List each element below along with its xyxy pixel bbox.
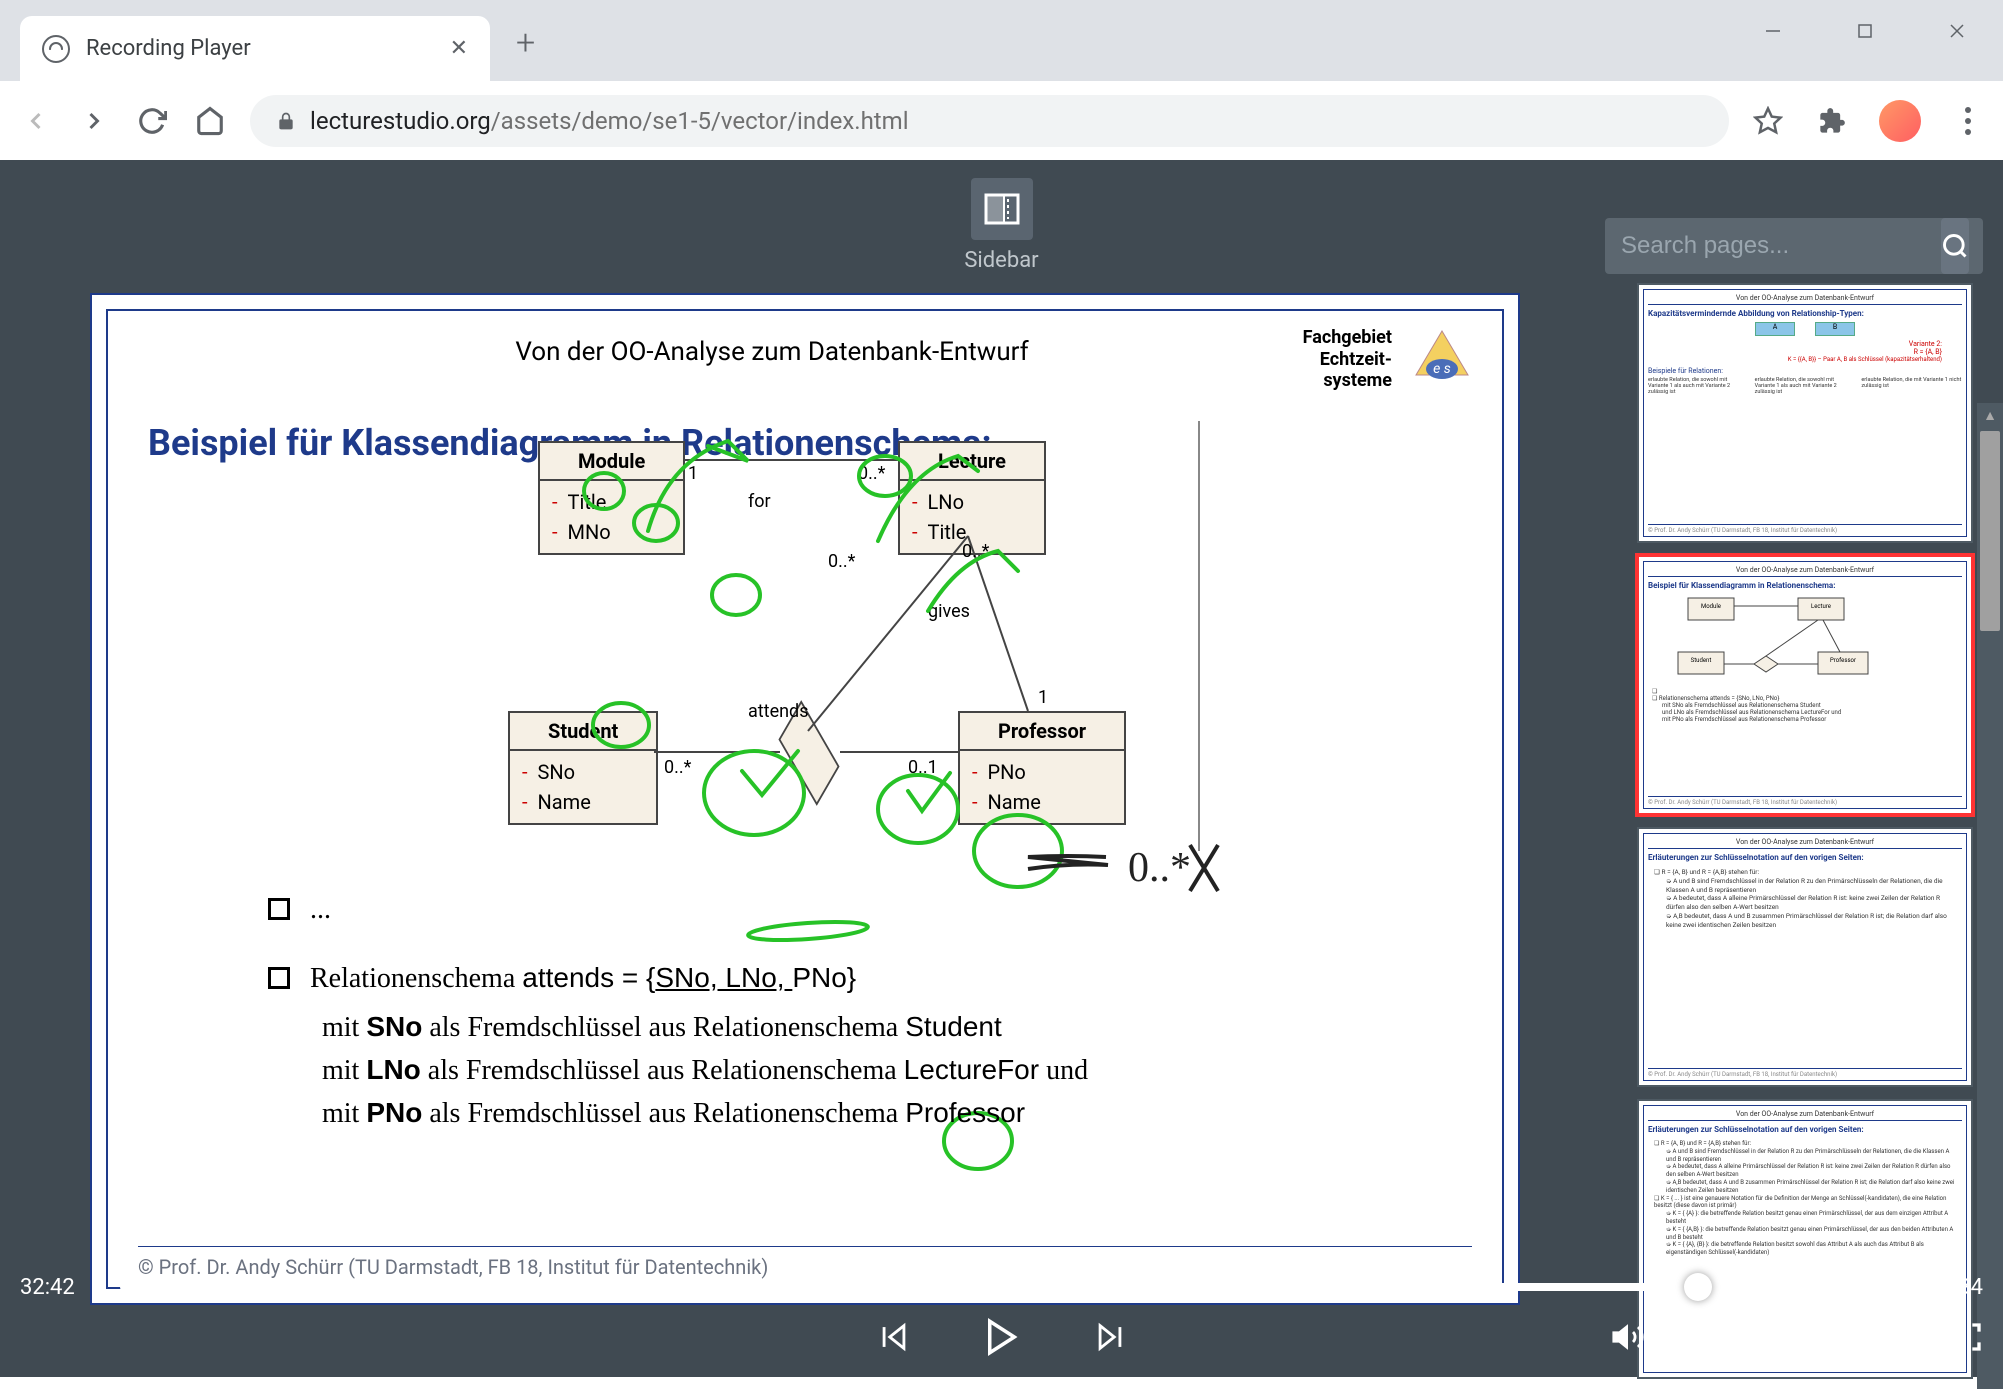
recording-player-app: Sidebar Von der OO-Analyse zum Datenbank… — [0, 160, 2003, 1377]
diagram-divider — [1198, 421, 1200, 851]
browser-tab[interactable]: Recording Player ✕ — [20, 16, 490, 81]
forward-button[interactable] — [76, 103, 112, 139]
player-bar: 32:42 36:34 — [0, 1267, 2003, 1377]
uml-association — [684, 459, 898, 461]
sidebar-layout-icon — [982, 189, 1022, 229]
toolbar-icons — [1751, 100, 1985, 142]
search-input[interactable] — [1621, 232, 1931, 260]
maximize-button[interactable] — [1819, 0, 1911, 62]
slide-header: Von der OO-Analyse zum Datenbank-Entwurf… — [108, 311, 1502, 402]
browser-chrome: Recording Player ✕ + lecturestudio.org/a… — [0, 0, 2003, 160]
uml-association — [654, 751, 780, 753]
slide-organization: FachgebietEchtzeit-systeme — [1246, 327, 1406, 392]
uml-class-module: Module -Title-MNo — [538, 441, 685, 555]
globe-icon — [42, 35, 70, 63]
organization-logo-icon: e s — [1412, 327, 1472, 383]
svg-text:Professor: Professor — [1830, 657, 1856, 664]
slide-content: ... Relationenschema attends = {SNo, LNo… — [268, 889, 1442, 1135]
search-box — [1605, 218, 1983, 274]
home-button[interactable] — [192, 103, 228, 139]
search-icon — [1941, 232, 1969, 260]
skip-back-icon — [877, 1320, 911, 1354]
current-time: 32:42 — [20, 1275, 100, 1300]
volume-icon — [1611, 1320, 1645, 1354]
speed-button[interactable] — [1893, 1320, 1927, 1354]
scroll-up-arrow-icon[interactable]: ▲ — [1977, 403, 2003, 427]
volume-thumb[interactable] — [1855, 1325, 1879, 1349]
tab-title: Recording Player — [86, 36, 434, 61]
slide-supertitle: Von der OO-Analyse zum Datenbank-Entwurf — [298, 327, 1246, 392]
uml-class-student: Student -SNo-Name — [508, 711, 658, 825]
thumbnail-slide[interactable]: Von der OO-Analyse zum Datenbank-Entwurf… — [1637, 827, 1973, 1087]
fullscreen-icon — [1951, 1321, 1983, 1353]
uml-association — [968, 536, 1088, 716]
back-button[interactable] — [18, 103, 54, 139]
next-button[interactable] — [1093, 1320, 1127, 1354]
svg-text:Student: Student — [1691, 657, 1712, 664]
uml-diagram: Module -Title-MNo Lecture -LNo-Title Stu… — [408, 441, 1208, 881]
kebab-menu-icon[interactable] — [1951, 104, 1985, 138]
cardinality-label: 0..* — [858, 463, 885, 484]
thumbnail-scrollbar[interactable]: ▲ — [1977, 403, 2003, 1389]
progress-thumb[interactable] — [1684, 1273, 1712, 1301]
top-panel: Sidebar — [0, 160, 2003, 273]
fullscreen-button[interactable] — [1951, 1321, 1983, 1353]
svg-text:e s: e s — [1433, 361, 1451, 377]
assoc-label: attends — [748, 701, 809, 722]
play-icon — [981, 1316, 1023, 1358]
url-text: lecturestudio.org/assets/demo/se1-5/vect… — [310, 107, 909, 135]
thumbnail-slide[interactable]: Von der OO-Analyse zum Datenbank-Entwurf… — [1637, 555, 1973, 815]
gauge-icon — [1893, 1320, 1927, 1354]
cardinality-label: 1 — [1038, 687, 1048, 708]
new-tab-button[interactable]: + — [516, 23, 535, 63]
url-bar[interactable]: lecturestudio.org/assets/demo/se1-5/vect… — [250, 95, 1729, 147]
reload-button[interactable] — [134, 103, 170, 139]
svg-text:Module: Module — [1701, 603, 1721, 610]
content-row: Von der OO-Analyse zum Datenbank-Entwurf… — [0, 273, 2003, 1389]
assoc-label: for — [748, 491, 771, 512]
close-tab-icon[interactable]: ✕ — [450, 36, 468, 61]
previous-button[interactable] — [877, 1320, 911, 1354]
cardinality-label: 0..* — [664, 757, 691, 778]
volume-slider[interactable] — [1669, 1334, 1869, 1340]
thumbnail-slide[interactable]: Von der OO-Analyse zum Datenbank-Entwurf… — [1637, 283, 1973, 543]
close-window-button[interactable] — [1911, 0, 2003, 62]
right-controls — [1611, 1320, 1983, 1354]
cardinality-label: 1 — [688, 463, 698, 484]
extensions-icon[interactable] — [1815, 104, 1849, 138]
uml-association — [840, 751, 958, 753]
progress-track[interactable] — [120, 1283, 1883, 1291]
skip-forward-icon — [1093, 1320, 1127, 1354]
minimize-button[interactable] — [1727, 0, 1819, 62]
bullet-checkbox-icon — [268, 967, 290, 989]
cardinality-label: 0..1 — [908, 757, 938, 778]
sidebar-toggle-button[interactable] — [971, 178, 1033, 240]
profile-avatar[interactable] — [1879, 100, 1921, 142]
assoc-label: gives — [928, 601, 970, 622]
sidebar-label: Sidebar — [964, 248, 1038, 273]
bookmark-star-icon[interactable] — [1751, 104, 1785, 138]
play-button[interactable] — [981, 1316, 1023, 1358]
bullet-checkbox-icon — [268, 898, 290, 920]
window-controls — [1727, 0, 2003, 62]
lock-icon — [276, 111, 296, 131]
cardinality-label: 0..* — [828, 551, 855, 572]
progress-row: 32:42 36:34 — [20, 1267, 1983, 1307]
address-bar: lecturestudio.org/assets/demo/se1-5/vect… — [0, 81, 2003, 160]
cardinality-label: 0..* — [962, 541, 989, 562]
scrollbar-thumb[interactable] — [1980, 431, 2000, 631]
volume-button[interactable] — [1611, 1320, 1645, 1354]
slide-area: Von der OO-Analyse zum Datenbank-Entwurf… — [0, 273, 1627, 1389]
search-button[interactable] — [1941, 218, 1969, 274]
total-time: 36:34 — [1903, 1275, 1983, 1300]
slide: Von der OO-Analyse zum Datenbank-Entwurf… — [90, 293, 1520, 1305]
svg-text:Lecture: Lecture — [1811, 603, 1831, 610]
tab-bar: Recording Player ✕ + — [0, 0, 2003, 81]
progress-fill — [120, 1283, 1698, 1291]
thumbnail-sidebar: Von der OO-Analyse zum Datenbank-Entwurf… — [1627, 273, 1977, 1389]
control-row — [20, 1307, 1983, 1367]
